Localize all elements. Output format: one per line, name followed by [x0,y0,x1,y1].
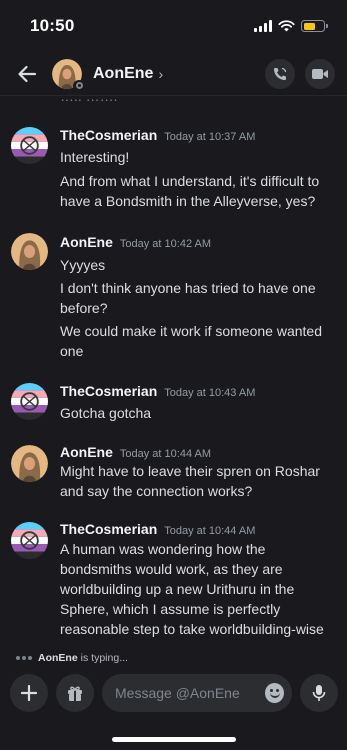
microphone-icon [312,685,326,701]
back-button[interactable] [12,59,42,89]
portrait-avatar-icon [11,233,48,270]
portrait-avatar-icon [11,445,48,482]
status-time: 10:50 [30,16,75,35]
emoji-button[interactable] [265,683,284,703]
message-timestamp: Today at 10:43 AM [164,387,256,399]
gift-icon [68,686,82,701]
trans-flag-avatar-icon [11,127,48,164]
phone-icon [274,67,287,80]
chevron-right-icon[interactable]: › [158,66,163,82]
status-icons [254,20,328,32]
typing-indicator: AonEne is typing... [16,652,128,664]
video-call-button[interactable] [305,58,335,89]
clipped-previous-message: ….. ……. [60,96,220,102]
message-text: have a Bondsmith in the Alleyverse, yes? [60,193,316,209]
message-text: Might have to leave their spren on Rosha… [60,463,320,479]
message-author[interactable]: TheCosmerian [60,383,157,399]
message-text: A human was wondering how the [60,541,266,557]
trans-flag-avatar-icon [11,383,48,420]
message-text: reasonable step to take worldbuilding-wi… [60,621,324,637]
battery-icon [301,20,328,32]
message-author[interactable]: AonEne [60,444,113,460]
typing-user: AonEne [38,652,78,664]
header-username[interactable]: AonEne [93,65,153,83]
message-text: and say the connection works? [60,483,253,499]
message-text: Gotcha gotcha [60,405,152,421]
message-input[interactable] [115,685,265,701]
message-timestamp: Today at 10:44 AM [164,525,256,537]
message-author[interactable]: TheCosmerian [60,521,157,537]
message-text: We could make it work if someone wanted [60,323,322,339]
message-text: worldbuilding up a new Urithuru in the [60,581,295,597]
message-text: before? [60,300,108,316]
typing-dots-icon [16,656,32,660]
dm-header: AonEne › [0,52,347,96]
trans-flag-avatar-icon [11,522,48,559]
avatar[interactable] [11,522,48,559]
message-composer [0,672,347,714]
voice-message-button[interactable] [300,674,338,712]
message-author[interactable]: TheCosmerian [60,127,157,143]
avatar[interactable] [11,127,48,164]
plus-icon [21,685,37,701]
message-author[interactable]: AonEne [60,234,113,250]
video-camera-icon [312,68,328,79]
message-text: And from what I understand, it's difficu… [60,173,320,189]
gift-button[interactable] [56,674,94,712]
message-timestamp: Today at 10:37 AM [164,131,256,143]
message-text: Interesting! [60,149,130,165]
status-bar: 10:50 [0,0,347,52]
message-text: Sphere, which I assume is perfectly [60,601,281,617]
message-text: I don't think anyone has tried to have o… [60,280,316,296]
typing-text: is typing... [80,652,128,664]
message-timestamp: Today at 10:42 AM [119,238,212,250]
wifi-icon [278,20,295,32]
voice-call-button[interactable] [265,58,295,89]
home-indicator[interactable] [112,737,236,742]
avatar[interactable] [11,383,48,420]
message-text: Yyyyes [60,257,106,273]
header-avatar[interactable] [52,58,85,92]
avatar[interactable] [11,445,48,482]
cellular-signal-icon [254,20,272,32]
message-text: one [60,343,84,359]
arrow-left-icon [18,65,37,82]
add-attachment-button[interactable] [10,674,48,712]
offline-status-icon [73,79,85,92]
message-text: bondsmiths would work, as they are [60,561,283,577]
avatar[interactable] [11,233,48,270]
message-input-wrapper [102,674,292,712]
message-timestamp: Today at 10:44 AM [119,448,212,460]
